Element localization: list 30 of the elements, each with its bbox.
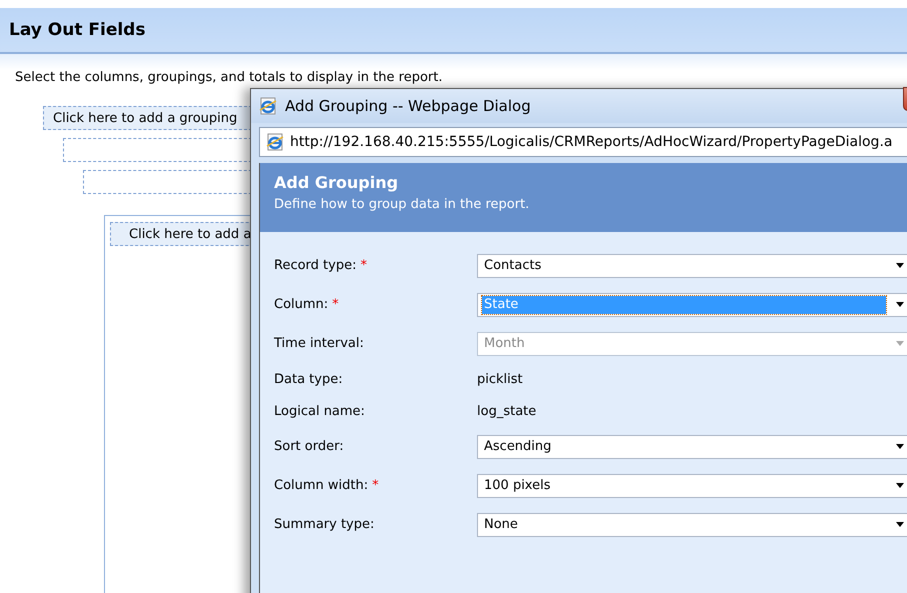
page-title: Lay Out Fields — [9, 20, 146, 40]
field-value: picklist — [477, 372, 523, 386]
caret-icon — [896, 302, 904, 307]
required-mark: * — [332, 297, 339, 312]
caret-icon — [896, 263, 904, 268]
caret-icon — [896, 522, 904, 527]
dialog-subtitle: Define how to group data in the report. — [274, 197, 530, 212]
caret-icon — [896, 341, 904, 346]
field-label: Record type: — [274, 258, 356, 273]
dropdown-field[interactable]: None — [477, 512, 907, 536]
field-label: Logical name: — [274, 404, 365, 418]
dropdown-field[interactable]: 100 pixels — [477, 474, 907, 498]
browser-icon — [259, 97, 277, 115]
dialog-heading: Add Grouping — [274, 173, 400, 192]
field-label: Sort order: — [274, 439, 344, 454]
field-value: log_state — [477, 404, 536, 418]
field-label: Column width: — [274, 478, 368, 493]
dropdown-field[interactable]: Contacts — [477, 254, 907, 278]
field-label: Column: — [274, 297, 328, 312]
field-label: Summary type: — [274, 517, 374, 532]
caret-icon — [896, 483, 904, 488]
instruction-text: Select the columns, groupings, and totals to display in the report. — [14, 70, 444, 87]
field-label: Time interval: — [274, 336, 364, 351]
caret-icon — [896, 444, 904, 449]
address-text: http://192.168.40.215:5555/Logicalis/CRMReports/AdHocWizard/PropertyPageDialog.a — [290, 134, 892, 150]
required-mark: * — [372, 478, 379, 493]
required-mark: * — [360, 258, 367, 273]
dropdown-field[interactable]: Ascending — [477, 434, 907, 458]
browser-icon — [266, 133, 284, 151]
field-label: Data type: — [274, 372, 343, 386]
